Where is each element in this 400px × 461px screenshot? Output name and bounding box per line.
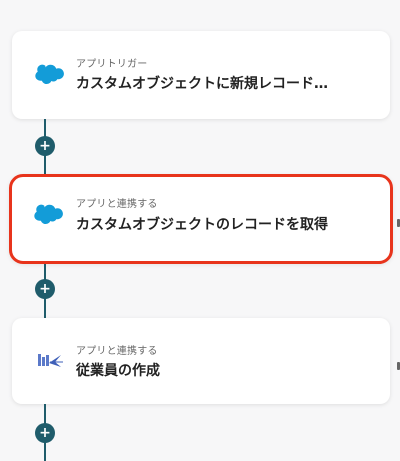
- add-step-button[interactable]: +: [35, 279, 55, 299]
- add-step-button[interactable]: +: [35, 136, 55, 156]
- salesforce-cloud-icon: [33, 203, 63, 229]
- step-subtitle: アプリトリガー: [76, 59, 148, 70]
- step-card-trigger[interactable]: アプリトリガー カスタムオブジェクトに新規レコード…: [12, 31, 390, 119]
- step-title: カスタムオブジェクトに新規レコード…: [76, 76, 328, 92]
- add-step-button[interactable]: +: [35, 423, 55, 443]
- hr-app-icon: [34, 350, 64, 376]
- step-card-get-record[interactable]: アプリと連携する カスタムオブジェクトのレコードを取得: [9, 174, 393, 264]
- step-title: 従業員の作成: [76, 363, 160, 379]
- step-subtitle: アプリと連携する: [76, 199, 158, 210]
- salesforce-cloud-icon: [34, 63, 64, 89]
- step-title: カスタムオブジェクトのレコードを取得: [76, 217, 328, 233]
- step-subtitle: アプリと連携する: [76, 346, 158, 357]
- step-card-create-employee[interactable]: アプリと連携する 従業員の作成: [12, 318, 390, 404]
